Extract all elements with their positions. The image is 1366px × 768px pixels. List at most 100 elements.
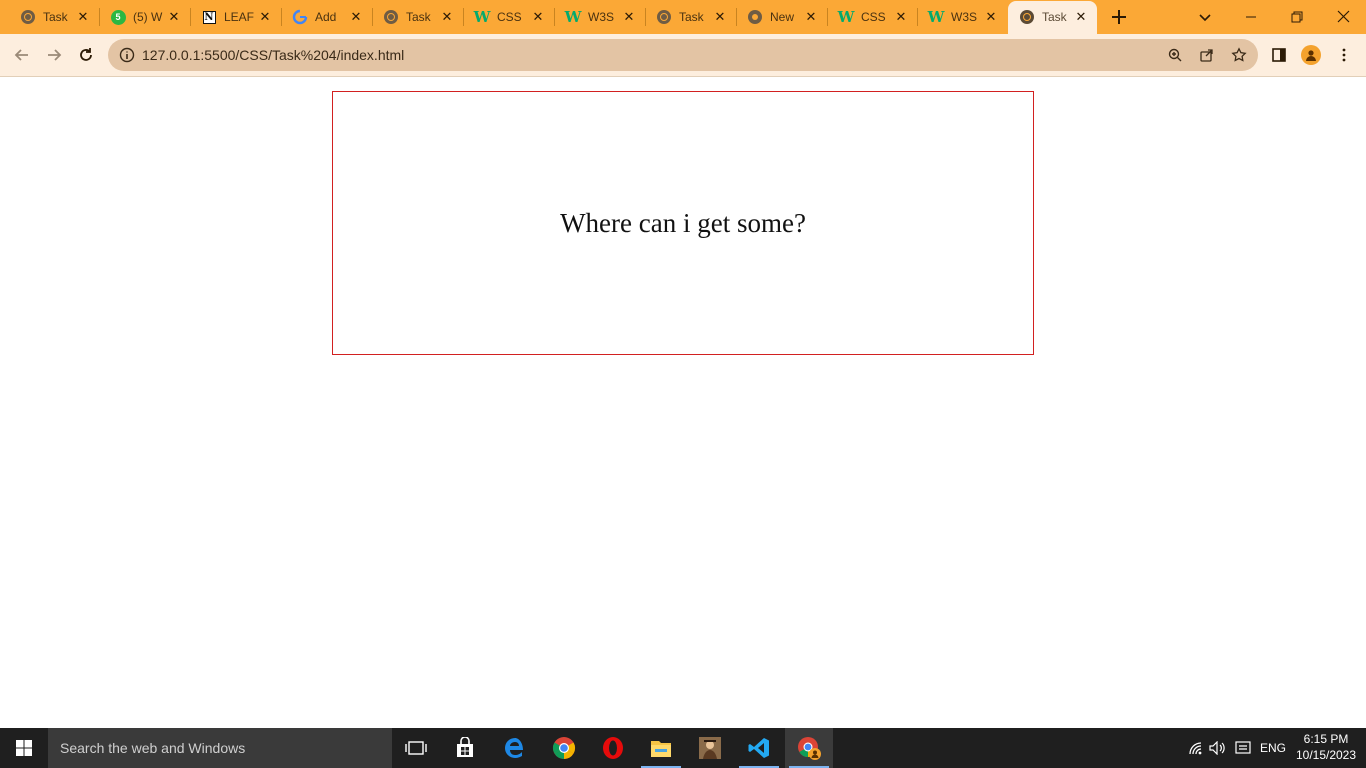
vscode-icon[interactable] [735, 728, 783, 768]
close-window-button[interactable] [1331, 5, 1355, 29]
arrow-right-icon [48, 49, 62, 61]
network-icon[interactable] [1186, 728, 1206, 768]
google-icon [292, 9, 308, 25]
w3schools-icon: W [564, 8, 582, 26]
globe-icon [656, 9, 672, 25]
whatsapp-icon: 5 [110, 9, 126, 25]
page-viewport: Where can i get some? [0, 77, 1366, 728]
close-icon[interactable]: ✕ [257, 9, 273, 25]
task-view-icon[interactable] [392, 728, 440, 768]
restore-button[interactable] [1285, 5, 1309, 29]
search-placeholder: Search the web and Windows [60, 740, 246, 756]
chrome-icon [747, 9, 763, 25]
tab-9[interactable]: New ✕ [736, 4, 828, 30]
tab-12-active[interactable]: Task ✕ [1008, 1, 1097, 34]
bookmark-star-icon[interactable] [1230, 46, 1248, 64]
side-panel-icon[interactable] [1269, 45, 1289, 65]
chrome-icon[interactable] [540, 728, 588, 768]
notification-icon[interactable] [1232, 728, 1254, 768]
w3schools-icon: W [927, 8, 945, 26]
kebab-menu-icon [1342, 48, 1346, 62]
content-box: Where can i get some? [332, 91, 1034, 355]
profile-avatar[interactable] [1301, 45, 1321, 65]
store-icon[interactable] [441, 728, 489, 768]
tab-2[interactable]: 5 (5) W ✕ [99, 4, 191, 30]
close-icon[interactable]: ✕ [1073, 9, 1089, 25]
tab-strip: Task ✕ 5 (5) W ✕ N LEAF ✕ Add ✕ Task ✕ W… [0, 0, 1366, 34]
person-icon [1306, 50, 1316, 61]
close-icon[interactable]: ✕ [621, 9, 637, 25]
taskbar-search[interactable]: Search the web and Windows [48, 728, 392, 768]
forward-button[interactable] [40, 41, 68, 69]
tab-title: (5) W [133, 10, 163, 24]
tab-title: Task [43, 10, 68, 24]
windows-icon [16, 740, 32, 756]
close-icon[interactable]: ✕ [712, 9, 728, 25]
url-text[interactable]: 127.0.0.1:5500/CSS/Task%204/index.html [142, 47, 404, 63]
box-text: Where can i get some? [560, 207, 806, 238]
info-icon[interactable] [118, 46, 136, 64]
tab-5[interactable]: Task ✕ [372, 4, 464, 30]
minimize-icon [1246, 16, 1256, 18]
reload-icon [80, 48, 92, 61]
clock-time: 6:15 PM [1303, 732, 1349, 746]
tab-3[interactable]: N LEAF ✕ [190, 4, 282, 30]
close-icon[interactable]: ✕ [75, 9, 91, 25]
menu-button[interactable] [1334, 45, 1354, 65]
tab-title: CSS [497, 10, 522, 24]
zoom-icon[interactable] [1166, 46, 1184, 64]
chrome-profile-icon[interactable] [785, 728, 833, 768]
tab-10[interactable]: W CSS ✕ [827, 4, 918, 30]
chevron-down-icon [1199, 14, 1211, 22]
w3schools-icon: W [837, 8, 855, 26]
address-bar[interactable]: 127.0.0.1:5500/CSS/Task%204/index.html [108, 39, 1258, 71]
plus-icon [1112, 10, 1126, 24]
tab-title: CSS [861, 10, 886, 24]
opera-icon[interactable] [589, 728, 637, 768]
tab-title: W3S [588, 10, 615, 24]
tab-title: New [770, 10, 795, 24]
share-icon[interactable] [1198, 46, 1216, 64]
start-button[interactable] [0, 728, 48, 768]
close-icon[interactable]: ✕ [530, 9, 546, 25]
tab-8[interactable]: Task ✕ [645, 4, 737, 30]
globe-icon [383, 9, 399, 25]
tab-6[interactable]: W CSS ✕ [463, 4, 555, 30]
tab-1[interactable]: Task ✕ [9, 4, 100, 30]
file-explorer-icon[interactable] [637, 728, 685, 768]
arrow-left-icon [14, 49, 28, 61]
tab-7[interactable]: W W3S ✕ [554, 4, 646, 30]
w3schools-icon: W [473, 8, 491, 26]
globe-icon [20, 9, 36, 25]
globe-icon [1019, 9, 1035, 25]
tab-title: Task [1042, 10, 1067, 24]
minimize-button[interactable] [1239, 5, 1263, 29]
close-icon [1337, 10, 1350, 23]
new-tab-button[interactable] [1107, 5, 1131, 29]
tab-title: Task [679, 10, 704, 24]
language-text: ENG [1259, 741, 1286, 755]
volume-icon[interactable] [1208, 728, 1228, 768]
close-icon[interactable]: ✕ [983, 9, 999, 25]
close-icon[interactable]: ✕ [166, 9, 182, 25]
reload-button[interactable] [72, 41, 100, 69]
clock[interactable]: 6:15 PM 10/15/2023 [1290, 731, 1362, 763]
edge-icon[interactable] [491, 728, 539, 768]
tab-title: Task [406, 10, 431, 24]
tab-title: W3S [951, 10, 978, 24]
tab-4[interactable]: Add ✕ [281, 4, 373, 30]
close-icon[interactable]: ✕ [348, 9, 364, 25]
close-icon[interactable]: ✕ [803, 9, 819, 25]
tab-title: Add [315, 10, 337, 24]
tab-title: LEAF [224, 10, 255, 24]
tab-11[interactable]: W W3S ✕ [917, 4, 1007, 30]
restore-icon [1291, 11, 1303, 23]
close-icon[interactable]: ✕ [439, 9, 455, 25]
game-icon[interactable] [686, 728, 734, 768]
taskbar: Search the web and Windows ENG 6:15 PM 1… [0, 728, 1366, 768]
language-indicator[interactable]: ENG [1257, 728, 1289, 768]
browser-toolbar: 127.0.0.1:5500/CSS/Task%204/index.html [0, 34, 1366, 77]
close-icon[interactable]: ✕ [893, 9, 909, 25]
back-button[interactable] [8, 41, 36, 69]
tab-search-button[interactable] [1193, 5, 1217, 29]
